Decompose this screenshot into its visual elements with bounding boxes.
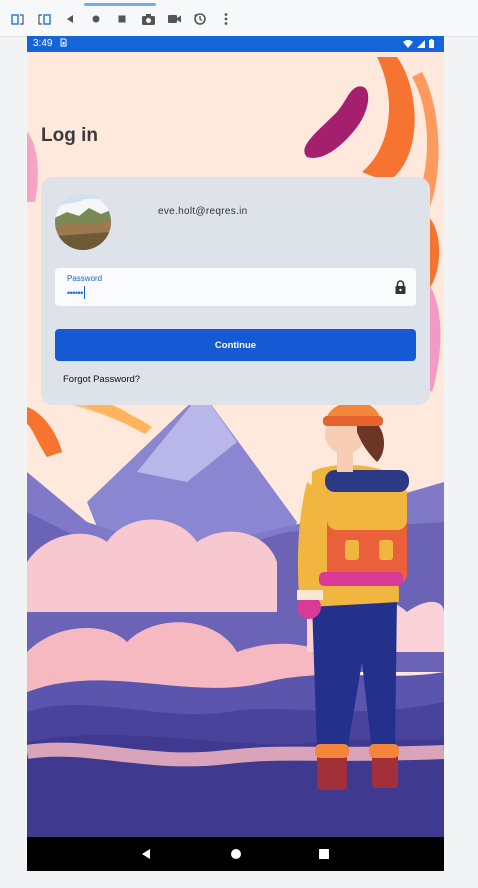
lock-icon[interactable] [395, 280, 406, 299]
forgot-password-link[interactable]: Forgot Password? [63, 374, 140, 385]
status-icons [403, 39, 434, 51]
overview-icon[interactable] [114, 11, 130, 27]
hiker-illustration [27, 52, 444, 837]
wifi-icon [403, 39, 413, 51]
back-icon[interactable] [62, 11, 78, 27]
password-field[interactable]: Password •••••• [55, 268, 416, 306]
status-bar: 3:49 [27, 36, 444, 52]
login-card: eve.holt@reqres.in Password •••••• Conti… [41, 177, 430, 405]
navigation-bar [27, 837, 444, 871]
battery-icon [429, 39, 434, 51]
rotate-left-icon[interactable] [10, 11, 26, 27]
status-time: 3:49 [33, 38, 53, 49]
snapshot-icon[interactable] [192, 11, 208, 27]
nav-home-icon[interactable] [229, 847, 243, 861]
text-cursor [83, 286, 85, 299]
toolbar-tab-indicator [84, 3, 156, 6]
nav-back-icon[interactable] [139, 847, 153, 861]
home-icon[interactable] [88, 11, 104, 27]
emulator-toolbar [0, 0, 478, 37]
rotate-right-icon[interactable] [36, 11, 52, 27]
avatar [55, 194, 111, 250]
signal-icon [417, 39, 425, 51]
more-icon[interactable] [218, 11, 234, 27]
continue-button[interactable]: Continue [55, 329, 416, 361]
password-input[interactable]: •••••• [67, 286, 85, 299]
email-text: eve.holt@reqres.in [158, 206, 248, 217]
video-icon[interactable] [166, 11, 182, 27]
login-screen: Log in eve.holt@reqres.in Password •••••… [27, 52, 444, 837]
password-label: Password [67, 274, 103, 283]
password-value: •••••• [67, 288, 83, 298]
page-title: Log in [41, 125, 98, 146]
sim-icon [60, 38, 67, 49]
nav-overview-icon[interactable] [317, 847, 331, 861]
camera-icon[interactable] [140, 11, 156, 27]
device-screen: 3:49 Log in eve.holt@reqres.in Password … [27, 36, 444, 871]
